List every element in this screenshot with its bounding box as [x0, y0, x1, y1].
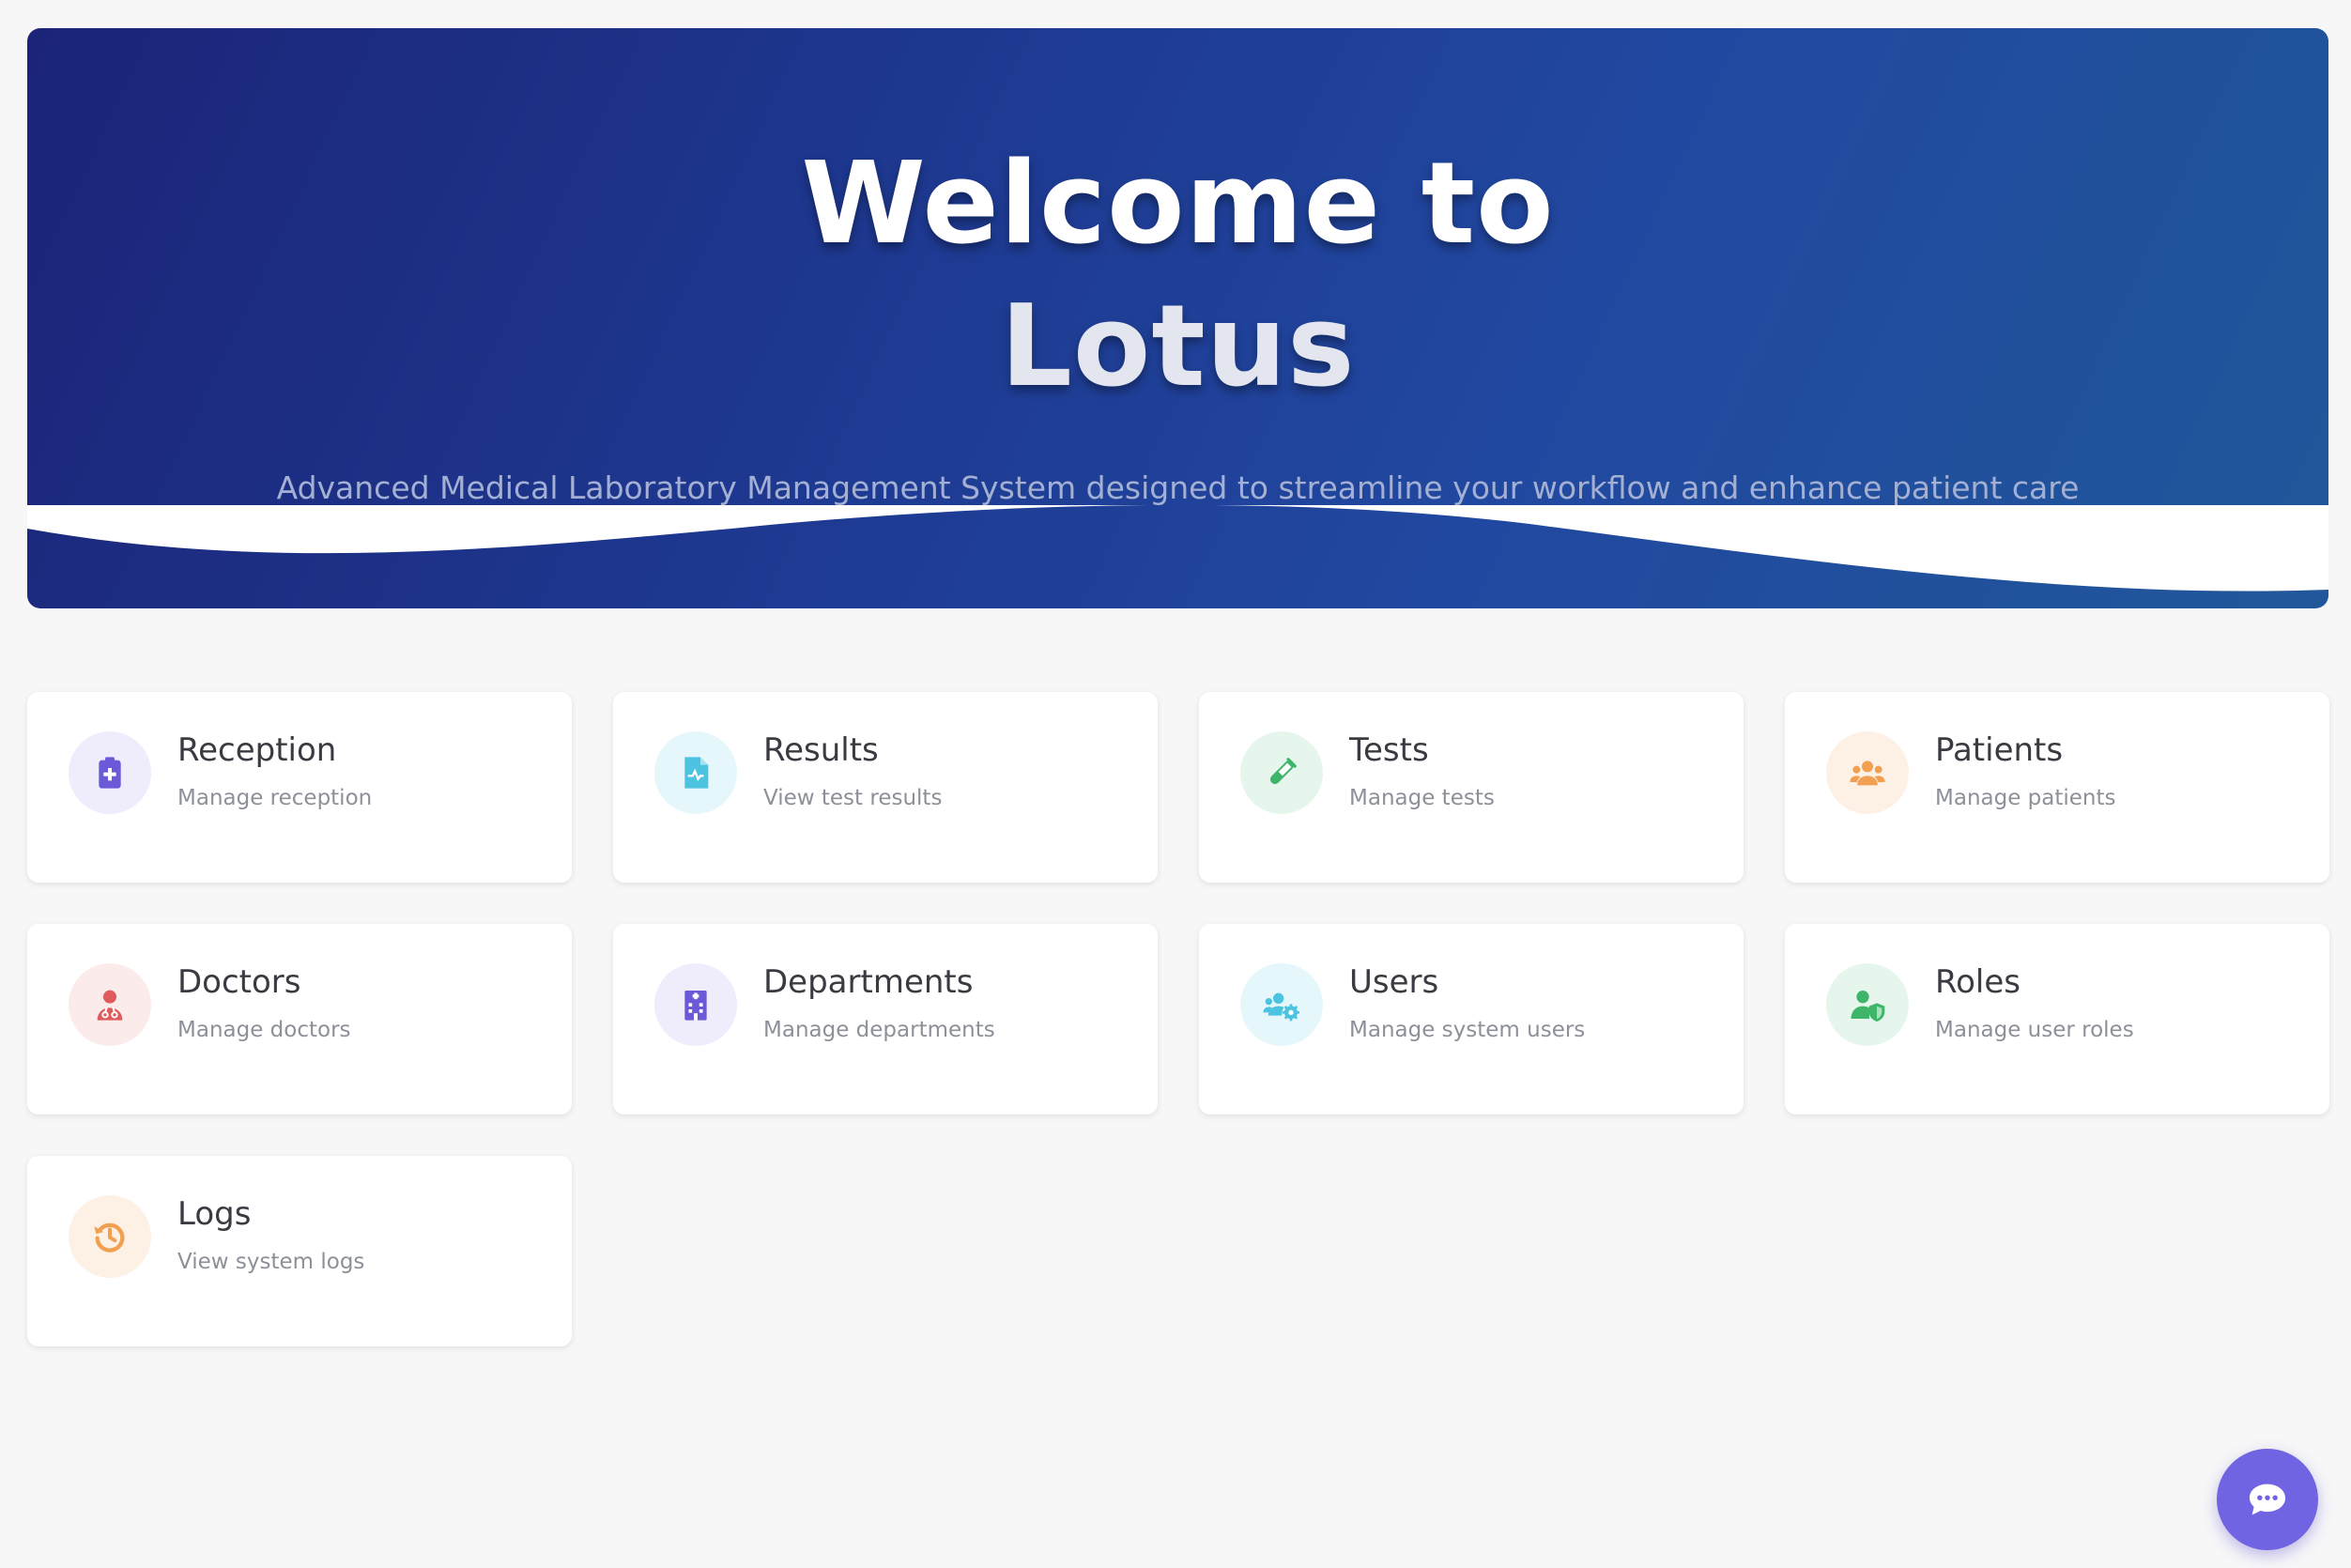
card-description: Manage doctors: [177, 1018, 351, 1042]
card-title: Roles: [1935, 963, 2021, 1001]
card-roles[interactable]: Roles Manage user roles: [1785, 924, 2329, 1115]
card-tests[interactable]: Tests Manage tests: [1199, 692, 1744, 883]
card-departments[interactable]: Departments Manage departments: [613, 924, 1158, 1115]
file-medical-icon: [654, 731, 737, 814]
card-description: Manage user roles: [1935, 1018, 2134, 1042]
card-doctors[interactable]: Doctors Manage doctors: [27, 924, 572, 1115]
hero-title-line2: Lotus: [1000, 282, 1356, 412]
card-title: Departments: [763, 963, 974, 1001]
hero-banner: Welcome to Lotus Advanced Medical Labora…: [27, 28, 2328, 608]
users-cog-icon: [1240, 963, 1323, 1046]
chat-button[interactable]: [2217, 1449, 2318, 1550]
card-patients[interactable]: Patients Manage patients: [1785, 692, 2329, 883]
card-description: Manage patients: [1935, 786, 2116, 810]
card-title: Results: [763, 731, 879, 769]
card-description: Manage departments: [763, 1018, 995, 1042]
doctor-icon: [69, 963, 151, 1046]
users-icon: [1826, 731, 1909, 814]
card-title: Tests: [1349, 731, 1429, 769]
card-description: Manage reception: [177, 786, 373, 810]
card-title: Logs: [177, 1195, 252, 1233]
card-description: Manage tests: [1349, 786, 1495, 810]
module-grid: Reception Manage reception Results View …: [27, 692, 2329, 1346]
hero-subtitle: Advanced Medical Laboratory Management S…: [276, 469, 2080, 506]
card-title: Users: [1349, 963, 1439, 1001]
card-description: View system logs: [177, 1250, 365, 1274]
card-users[interactable]: Users Manage system users: [1199, 924, 1744, 1115]
hero-title-line1: Welcome to: [801, 139, 1555, 269]
hospital-building-icon: [654, 963, 737, 1046]
card-results[interactable]: Results View test results: [613, 692, 1158, 883]
card-reception[interactable]: Reception Manage reception: [27, 692, 572, 883]
hero-title: Welcome to Lotus: [27, 133, 2328, 419]
hero-wave: [27, 505, 2328, 592]
chat-bubble-icon: [2249, 1483, 2286, 1515]
card-description: Manage system users: [1349, 1018, 1586, 1042]
clipboard-medical-icon: [69, 731, 151, 814]
card-title: Patients: [1935, 731, 2064, 769]
user-shield-icon: [1826, 963, 1909, 1046]
history-icon: [69, 1195, 151, 1278]
card-logs[interactable]: Logs View system logs: [27, 1156, 572, 1346]
card-title: Reception: [177, 731, 337, 769]
card-title: Doctors: [177, 963, 301, 1001]
test-tube-icon: [1240, 731, 1323, 814]
card-description: View test results: [763, 786, 943, 810]
